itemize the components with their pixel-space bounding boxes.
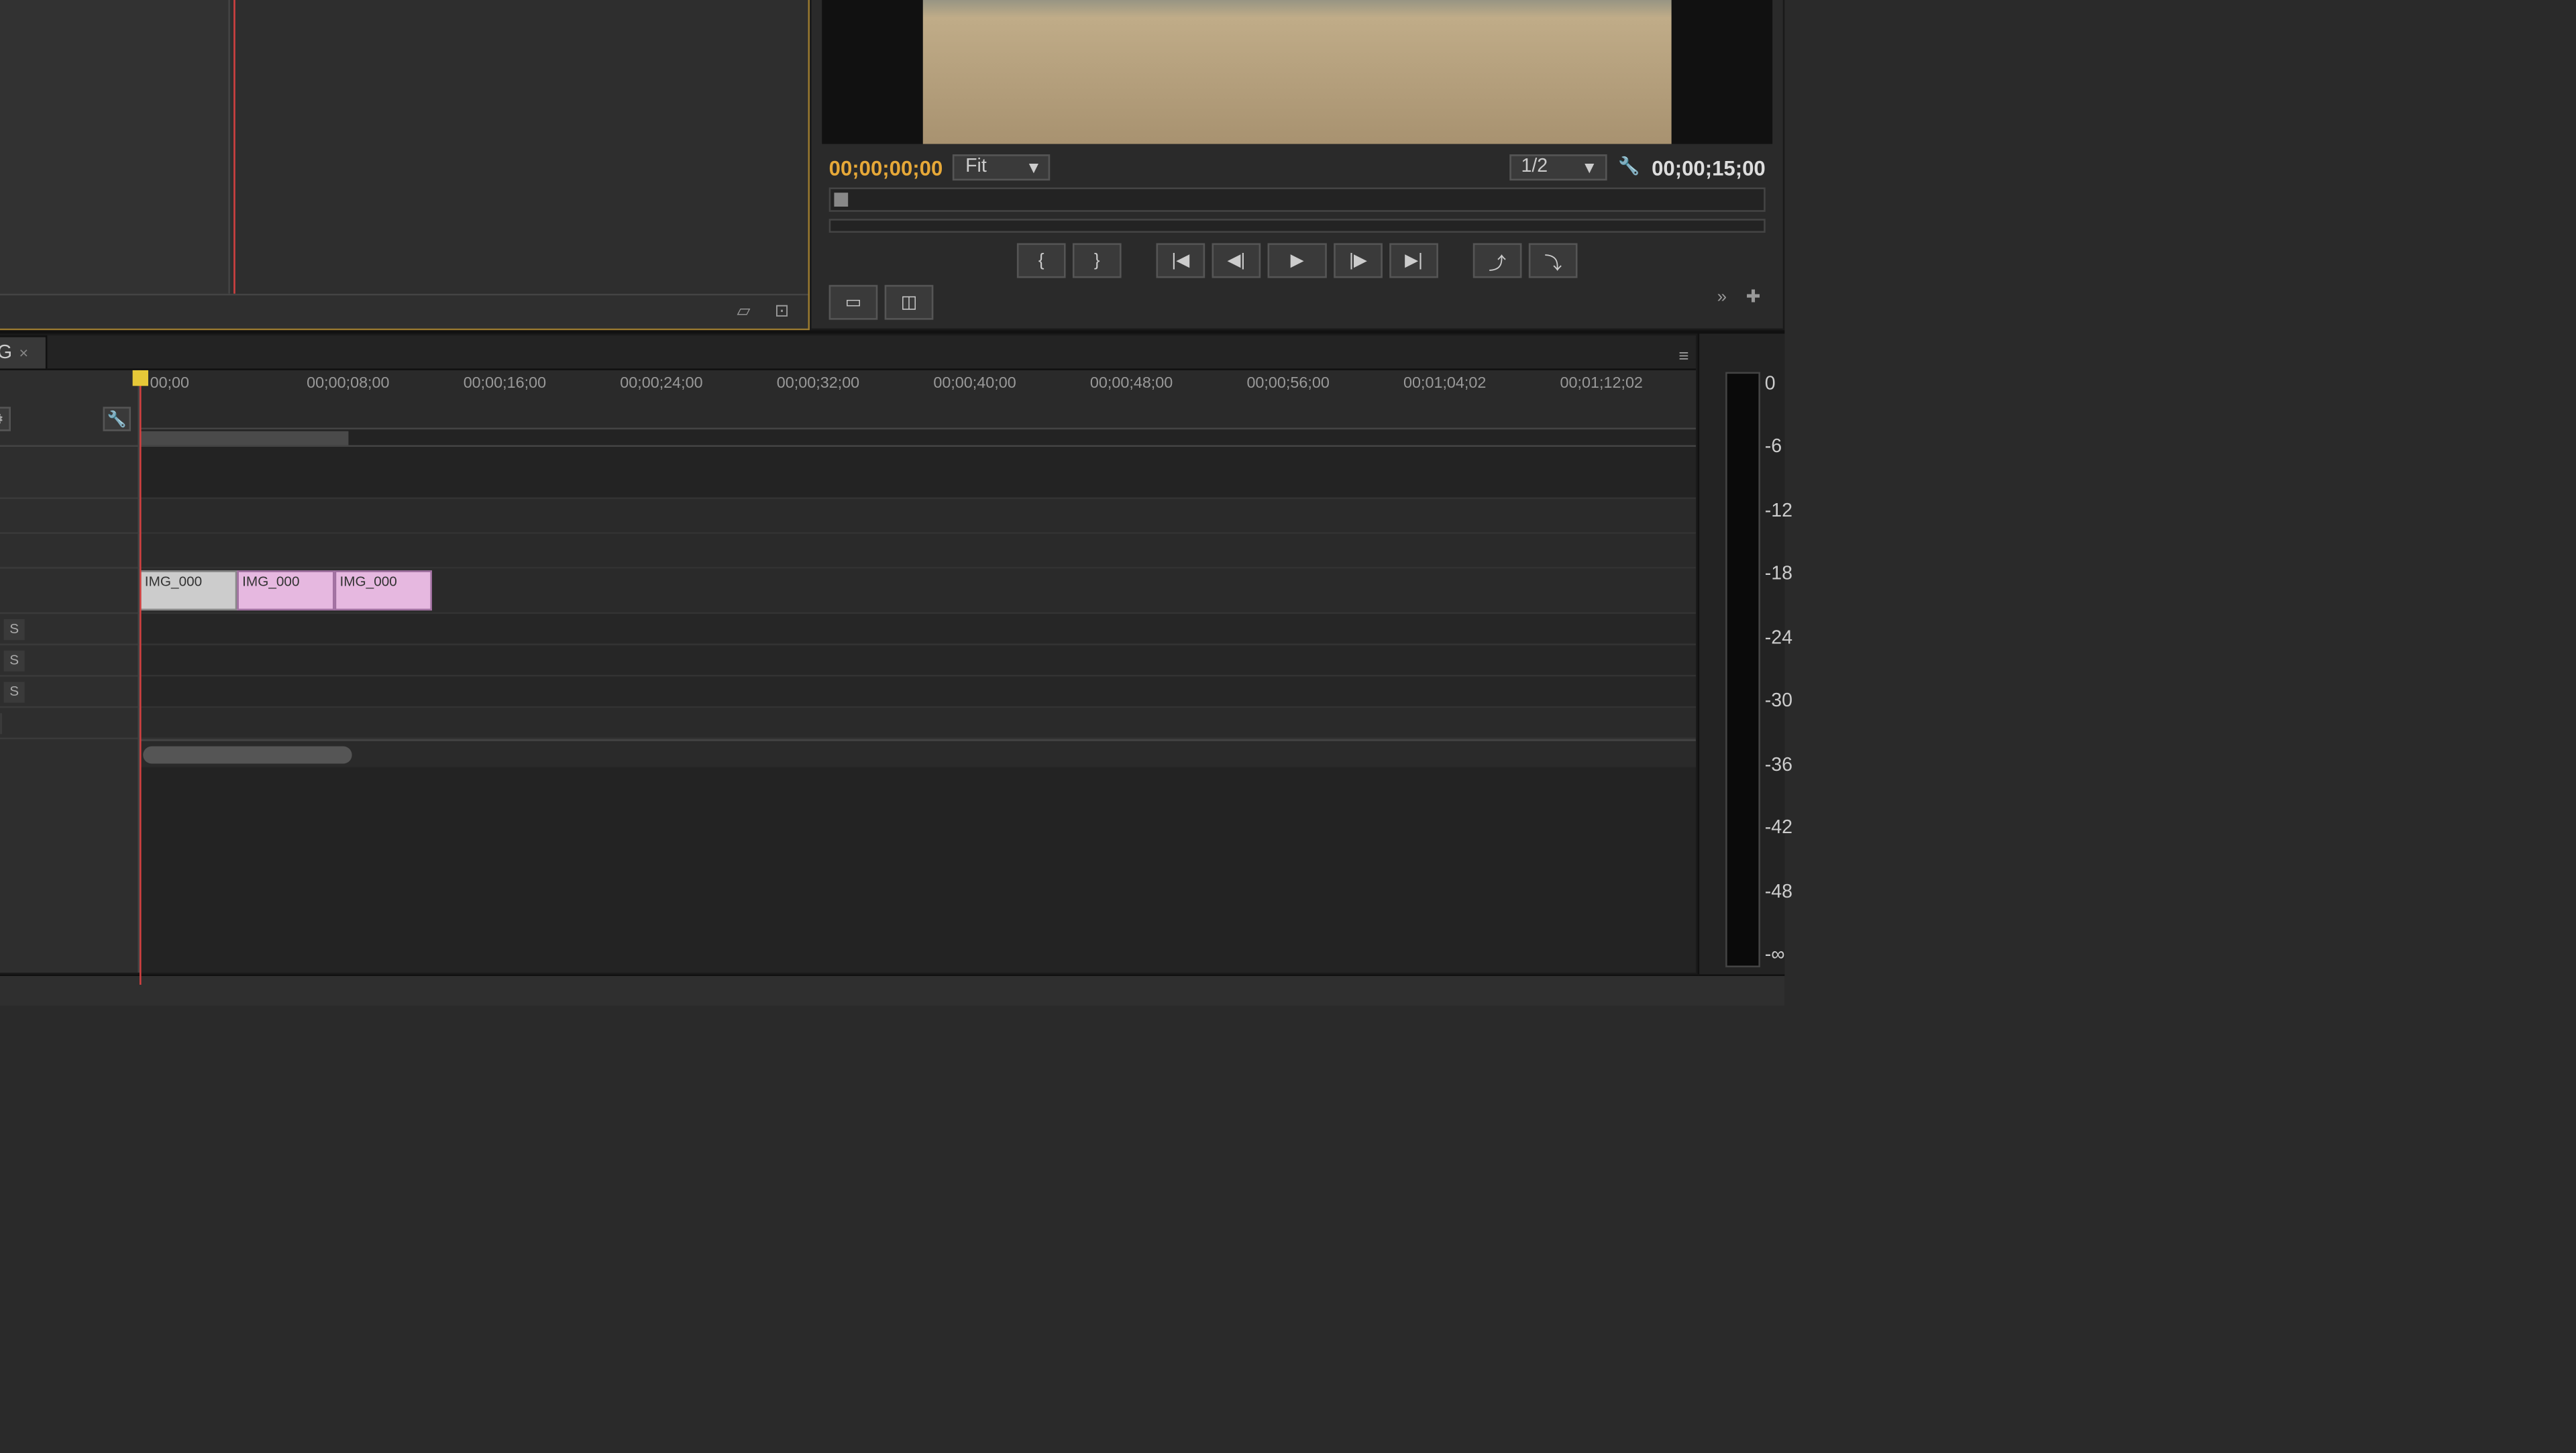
ruler-tick: 00;00;56;00: [1246, 374, 1329, 391]
meter-tick: -36: [1765, 754, 1792, 775]
comparison-button[interactable]: ◫: [885, 285, 934, 320]
timeline-panel: IMG_0004.JPG× ≡ 00;00;00;00 ⌐ ⊂ ◆ ⚙ 🔧: [0, 333, 1698, 974]
track-header-a1[interactable]: 🔒A1►MS: [0, 614, 138, 645]
zoom-out-icon[interactable]: ▱: [731, 300, 755, 324]
zoom-dropdown[interactable]: Fit: [953, 154, 1051, 180]
close-icon[interactable]: ×: [19, 344, 29, 362]
audio-meter: 0 -6 -12 -18 -24 -30 -36 -42 -48 -∞: [1725, 372, 1760, 967]
settings-icon[interactable]: ⚙: [0, 407, 11, 431]
status-bar: ⚠: [0, 974, 1784, 1006]
program-jog[interactable]: [829, 219, 1766, 233]
timeline-clip[interactable]: IMG_000: [335, 570, 432, 610]
ruler-tick: 00;00;48;00: [1090, 374, 1173, 391]
preview-image: [923, 0, 1672, 144]
track-lane-master[interactable]: [140, 708, 1696, 739]
track-headers: 🔒V3👁 🔒V2👁 🔒V1👁 🔒A1►MS 🔒A2►MS 🔒A3►MS 🔒Mas…: [0, 447, 140, 973]
duration-timecode: 00;00;15;00: [1652, 155, 1766, 179]
ruler-tick: 00;00;32;00: [777, 374, 859, 391]
track-lane-v1[interactable]: IMG_000 IMG_000 IMG_000: [140, 569, 1696, 614]
timeline-tabbar: IMG_0004.JPG × ≡: [0, 335, 1696, 370]
timeline-timecode[interactable]: 00;00;00;00: [0, 377, 131, 403]
timeline-playhead[interactable]: [140, 370, 142, 985]
ruler-tick: 00;00: [150, 374, 189, 391]
track-header-a3[interactable]: 🔒A3►MS: [0, 677, 138, 708]
lift-button[interactable]: ⤴: [1473, 244, 1522, 278]
ruler-tick: 00;00;24;00: [620, 374, 702, 391]
zoom-value: Fit: [965, 156, 987, 179]
meter-tick: -48: [1765, 881, 1792, 902]
ruler-tick: 00;01;04;02: [1403, 374, 1486, 391]
current-timecode[interactable]: 00;00;00;00: [829, 155, 943, 179]
track-lane-v2[interactable]: [140, 534, 1696, 569]
solo-toggle[interactable]: S: [4, 618, 25, 639]
track-lane-a1[interactable]: [140, 614, 1696, 645]
program-viewer[interactable]: [822, 0, 1772, 144]
export-frame-button[interactable]: ▭: [829, 285, 878, 320]
sequence-tab[interactable]: IMG_0004.JPG ×: [0, 335, 48, 368]
track-body[interactable]: IMG_000 IMG_000 IMG_000: [140, 447, 1696, 973]
resolution-value: 1/2: [1521, 156, 1548, 179]
meter-tick: -6: [1765, 437, 1792, 458]
panel-menu-icon[interactable]: ≡: [1672, 344, 1696, 368]
meter-tick: -12: [1765, 500, 1792, 521]
track-lane-v3[interactable]: [140, 499, 1696, 534]
timeline-clip[interactable]: IMG_000: [237, 570, 334, 610]
track-header-a2[interactable]: 🔒A2►MS: [0, 645, 138, 677]
meter-tick: -∞: [1765, 945, 1792, 965]
meter-tick: -18: [1765, 564, 1792, 585]
ec-timeline: 00;00 00;00;02;00 00;00;04;00 IMG_0004.J…: [230, 0, 808, 294]
track-header-v3[interactable]: 🔒V3👁: [0, 499, 138, 534]
wrench-icon[interactable]: 🔧: [1617, 155, 1641, 179]
mark-in-button[interactable]: {: [1017, 244, 1066, 278]
source-effect-panel: Source: (no clips) Effect Controls× Audi…: [0, 0, 810, 330]
audio-meters-panel: 0 -6 -12 -18 -24 -30 -36 -42 -48 -∞: [1698, 333, 1785, 974]
wrench-icon[interactable]: 🔧: [103, 407, 131, 431]
ruler-tick: 00;00;08;00: [307, 374, 389, 391]
timeline-scrollbar[interactable]: [140, 739, 1696, 767]
sequence-tab-label: IMG_0004.JPG: [0, 342, 12, 363]
step-back-button[interactable]: ◀|: [1212, 244, 1261, 278]
track-header-v1[interactable]: 🔒V1👁: [0, 569, 138, 614]
program-scrubber[interactable]: [829, 187, 1766, 211]
timeline-ruler[interactable]: 00;00 00;00;08;00 00;00;16;00 00;00;24;0…: [140, 370, 1696, 428]
ruler-tick: 00;00;40;00: [933, 374, 1016, 391]
meter-tick: 0: [1765, 374, 1792, 394]
step-forward-button[interactable]: |▶: [1334, 244, 1383, 278]
playhead[interactable]: [233, 0, 235, 294]
transport-controls: { } |◀ ◀| ▶ |▶ ▶| ⤴ ⤵: [822, 236, 1772, 285]
meter-scale: 0 -6 -12 -18 -24 -30 -36 -42 -48 -∞: [1765, 374, 1792, 965]
timeline-clip[interactable]: IMG_000: [140, 570, 237, 610]
extract-button[interactable]: ⤵: [1529, 244, 1578, 278]
zoom-in-icon[interactable]: ⊡: [769, 300, 794, 324]
ec-footer: 00;00;00;00 ▱ ⊡: [0, 294, 808, 329]
track-header-v2[interactable]: 🔒V2👁: [0, 534, 138, 569]
resolution-dropdown[interactable]: 1/2: [1509, 154, 1606, 180]
ec-properties: IMG_0004.JPG • IMG_0004.JPG▸ Video Effec…: [0, 0, 230, 294]
ruler-tick: 00;00;16;00: [464, 374, 546, 391]
work-area-bar[interactable]: [140, 428, 1696, 445]
chevron-down-icon: [1029, 156, 1038, 179]
button-editor-icon[interactable]: ✚: [1741, 285, 1765, 309]
meter-tick: -24: [1765, 627, 1792, 648]
track-lane-a3[interactable]: [140, 677, 1696, 708]
chevron-right-icon[interactable]: »: [1710, 285, 1734, 309]
chevron-down-icon: [1585, 156, 1594, 179]
track-lane-a2[interactable]: [140, 645, 1696, 677]
mark-out-button[interactable]: }: [1073, 244, 1122, 278]
solo-toggle[interactable]: S: [4, 681, 25, 702]
go-to-out-button[interactable]: ▶|: [1389, 244, 1438, 278]
meter-tick: -30: [1765, 691, 1792, 712]
solo-toggle[interactable]: S: [4, 649, 25, 670]
track-header-master[interactable]: 🔒Master0.0⤢: [0, 708, 138, 739]
play-button[interactable]: ▶: [1268, 244, 1327, 278]
go-to-in-button[interactable]: |◀: [1157, 244, 1205, 278]
ruler-tick: 00;01;12;02: [1560, 374, 1643, 391]
program-monitor-panel: Program: IMG_0004.JPG× ≡ 00;00;00;00 Fit…: [810, 0, 1784, 330]
expand-icon[interactable]: ⤢: [0, 712, 3, 733]
meter-tick: -42: [1765, 818, 1792, 839]
